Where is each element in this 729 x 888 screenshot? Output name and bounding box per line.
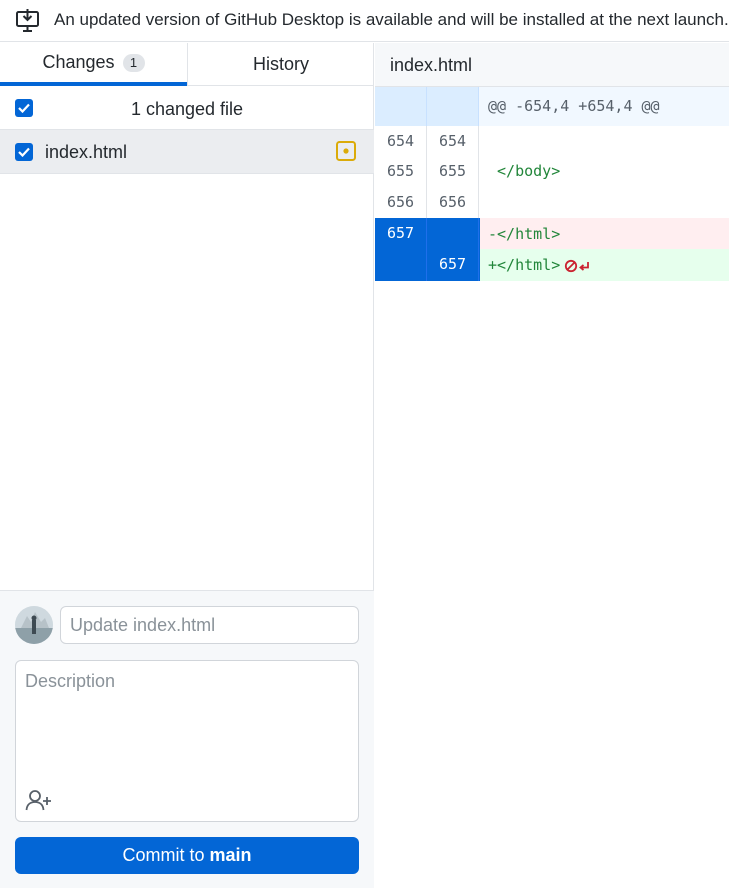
changed-files-header: 1 changed file bbox=[0, 87, 374, 130]
diff-line-deleted[interactable]: 657 -</html> bbox=[375, 218, 729, 249]
old-line-number[interactable]: 655 bbox=[375, 156, 427, 187]
tab-changes[interactable]: Changes 1 bbox=[0, 43, 187, 86]
diff-file-name: index.html bbox=[390, 55, 473, 75]
tab-history-label: History bbox=[252, 54, 309, 74]
diff-line[interactable]: 655 655 </body> bbox=[375, 156, 729, 187]
diff-header: index.html bbox=[375, 43, 729, 87]
new-line-number[interactable]: 655 bbox=[427, 156, 479, 187]
line-content: </body> bbox=[488, 162, 561, 180]
tab-history[interactable]: History bbox=[187, 43, 374, 86]
new-line-number[interactable] bbox=[427, 218, 479, 249]
no-newline-icon bbox=[565, 259, 590, 272]
file-checkbox[interactable] bbox=[15, 143, 33, 161]
new-line-number[interactable]: 657 bbox=[427, 249, 479, 281]
file-list-item[interactable]: index.html bbox=[0, 130, 374, 174]
file-name: index.html bbox=[45, 142, 128, 162]
avatar bbox=[15, 606, 53, 644]
avatar-image-icon bbox=[15, 606, 53, 644]
diff-line[interactable]: 654 654 bbox=[375, 126, 729, 156]
banner-message: An updated version of GitHub Desktop is … bbox=[54, 10, 729, 29]
hunk-header[interactable]: @@ -654,4 +654,4 @@ bbox=[375, 87, 729, 126]
line-content: +</html> bbox=[488, 256, 561, 274]
update-banner: An updated version of GitHub Desktop is … bbox=[0, 0, 729, 42]
commit-button[interactable]: Commit to main bbox=[15, 837, 359, 874]
commit-button-label: Commit to bbox=[122, 845, 205, 865]
commit-description-box bbox=[15, 660, 359, 822]
commit-branch-name: main bbox=[209, 845, 252, 865]
commit-message-area: Commit to main bbox=[0, 590, 374, 888]
desktop-download-icon bbox=[16, 9, 39, 32]
diff-line[interactable]: 656 656 bbox=[375, 187, 729, 218]
new-line-number[interactable]: 654 bbox=[427, 126, 479, 156]
line-content: -</html> bbox=[480, 218, 729, 249]
old-line-number[interactable]: 657 bbox=[375, 218, 427, 249]
commit-summary-input[interactable] bbox=[60, 606, 359, 644]
line-content bbox=[480, 126, 729, 156]
new-line-number[interactable]: 656 bbox=[427, 187, 479, 218]
file-modified-icon bbox=[336, 141, 356, 161]
hunk-header-text: @@ -654,4 +654,4 @@ bbox=[480, 87, 729, 126]
diff-line-added[interactable]: 657 +</html> bbox=[375, 249, 729, 281]
changed-files-count: 1 changed file bbox=[130, 99, 244, 119]
commit-description-input[interactable] bbox=[16, 661, 358, 781]
tab-changes-label: Changes bbox=[42, 52, 115, 72]
diff-panel: index.html @@ -654,4 +654,4 @@ 654 654 6… bbox=[375, 43, 729, 888]
line-content-wrapper: +</html> bbox=[480, 249, 729, 281]
tab-bar: Changes 1 History bbox=[0, 43, 374, 86]
hunk-gutter-old[interactable] bbox=[375, 87, 427, 126]
hunk-gutter-new[interactable] bbox=[427, 87, 479, 126]
changes-count-badge: 1 bbox=[122, 53, 145, 72]
old-line-number[interactable]: 656 bbox=[375, 187, 427, 218]
old-line-number[interactable] bbox=[375, 249, 427, 281]
person-add-icon[interactable] bbox=[25, 789, 53, 811]
line-content bbox=[480, 187, 729, 218]
changes-panel: Changes 1 History 1 changed file index.h… bbox=[0, 43, 374, 888]
check-icon bbox=[18, 147, 30, 157]
old-line-number[interactable]: 654 bbox=[375, 126, 427, 156]
